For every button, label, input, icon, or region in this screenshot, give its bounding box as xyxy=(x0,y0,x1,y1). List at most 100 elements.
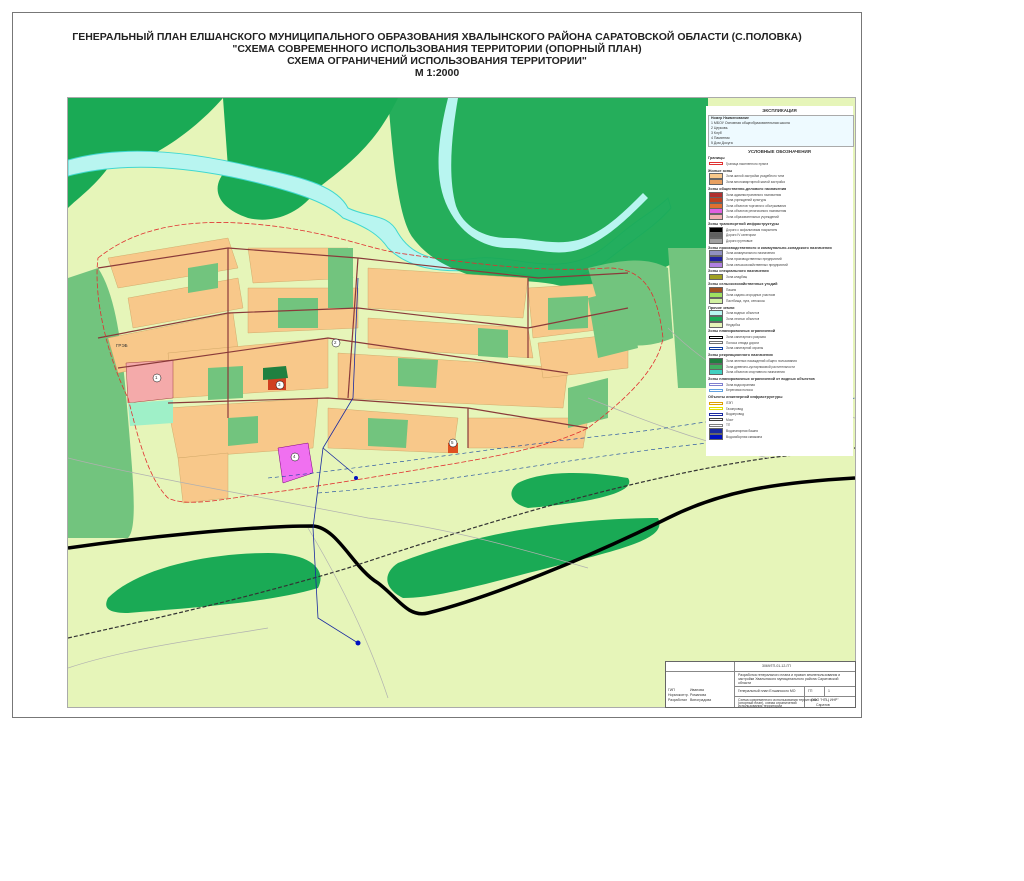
legend-item-label: Пашня xyxy=(726,287,737,292)
legend-swatch xyxy=(709,383,723,387)
legend-item: Пастбища, луга, сенокосы xyxy=(709,297,853,304)
legend-item: Зона сельскохозяйственных предприятий xyxy=(709,261,853,268)
legend-item-label: ЛЭП xyxy=(726,401,733,406)
sport-zone xyxy=(128,400,173,426)
legend-item-label: Газопровод xyxy=(726,406,743,411)
marker-label-5: 5 xyxy=(451,440,454,445)
legend-swatch xyxy=(709,412,723,416)
stamp-desc-6: использования территории xyxy=(738,704,783,708)
marker-label-3: 3 xyxy=(278,382,281,387)
forest-south-3 xyxy=(106,553,321,613)
stamp-role: Нормоконтр. xyxy=(668,693,689,697)
legend-item-label: Зона объектов торговли и обслуживания xyxy=(726,203,787,208)
stamp-name: Иванова xyxy=(690,688,704,692)
legend-item-label: Зона древесно-кустарниковой растительнос… xyxy=(726,364,795,369)
title-line-2: "СХЕМА СОВРЕМЕННОГО ИСПОЛЬЗОВАНИЯ ТЕРРИТ… xyxy=(232,43,642,55)
legend-item-label: Зона зеленых насаждений общего пользован… xyxy=(726,359,797,364)
stamp-role: Разработал xyxy=(668,698,688,702)
green-east-2 xyxy=(668,248,708,388)
stamp-desc-2: застройки Хвалынского муниципального рай… xyxy=(738,677,839,681)
legend-item-label: Дороги грунтовые xyxy=(726,238,753,243)
legend-item-label: Зона сельскохозяйственных предприятий xyxy=(726,262,788,267)
legend-swatch xyxy=(709,297,723,304)
legend-swatch xyxy=(709,407,723,411)
legend-item-label: Зона объектов религиозного назначения xyxy=(726,209,787,214)
legend-item: Зона объектов спортивного назначения xyxy=(709,369,853,376)
legend-swatch xyxy=(709,341,723,345)
legend-item: Береговая полоса xyxy=(709,388,853,394)
legend-item: Граница населенного пункта xyxy=(709,161,853,167)
church-zone xyxy=(277,442,314,484)
legend-swatch xyxy=(709,423,723,427)
marker-label-1: 1 xyxy=(155,375,158,380)
legend-item-label: Мост xyxy=(726,417,734,422)
legend-swatch xyxy=(709,321,723,328)
legend-section-title: Зоны производственного и коммунально-скл… xyxy=(708,245,832,250)
legend-swatch xyxy=(709,418,723,422)
stamp-name: Виноградова xyxy=(690,698,712,702)
legend-swatch xyxy=(709,433,723,440)
marker-label-4: 4 xyxy=(293,454,296,459)
stamp-role: ГИП xyxy=(668,688,675,692)
legend-item: Зона кладбищ xyxy=(709,274,853,281)
legend-swatch xyxy=(709,261,723,268)
legend-item-label: Зона санитарной охраны xyxy=(726,346,764,351)
legend-item-label: Водозаборная скважина xyxy=(726,434,763,439)
legend-item: Зона многоквартирной жилой застройки xyxy=(709,178,853,185)
legend-sections: Границы Граница населенного пункта Жилые з… xyxy=(706,156,853,440)
legend-item-label: Дороги IV категории xyxy=(726,233,756,238)
green-strip-left xyxy=(68,268,134,538)
legend-item-label: Зона водных объектов xyxy=(726,311,760,316)
legend-item-label: Неудобья xyxy=(726,322,741,327)
legend-item-label: Зона многоквартирной жилой застройки xyxy=(726,179,786,184)
legend-item-label: Зона образовательных учреждений xyxy=(726,214,779,219)
water-well-2 xyxy=(354,476,358,480)
title-line-1: ГЕНЕРАЛЬНЫЙ ПЛАН ЕЛШАНСКОГО МУНИЦИПАЛЬНО… xyxy=(72,31,802,43)
legend-item-label: Зона учреждений культуры xyxy=(726,198,767,203)
title-scale: М 1:2000 xyxy=(414,67,460,79)
explication-title: ЭКСПЛИКАЦИЯ xyxy=(762,108,797,113)
legend-item-label: Зона санитарного разрыва xyxy=(726,335,766,340)
legend-item-label: Зона объектов спортивного назначения xyxy=(726,370,785,375)
legend-item-label: Зона жилой застройки усадебного типа xyxy=(726,174,785,179)
legend-swatch xyxy=(709,401,723,405)
legend-swatch xyxy=(709,162,723,166)
explication-row: 5 Дом Досуга xyxy=(711,141,733,145)
legend-item: Неудобья xyxy=(709,321,853,328)
forest-south-2 xyxy=(387,518,660,598)
stamp-name: Романова xyxy=(690,693,707,697)
legend-item-label: Зона садово-огородных участков xyxy=(726,293,776,298)
legend-swatch xyxy=(709,335,723,339)
forest-top-band xyxy=(217,98,398,220)
stamp-sheet: 1 xyxy=(828,689,830,693)
stamp-plan-name: Генеральный план Елшанского МО xyxy=(738,689,796,693)
symbols-title: УСЛОВНЫЕ ОБОЗНАЧЕНИЯ xyxy=(748,149,811,154)
legend-item: Дороги грунтовые xyxy=(709,237,853,244)
park-zone xyxy=(263,366,288,380)
legend-swatch xyxy=(709,178,723,185)
legend-item: Зона образовательных учреждений xyxy=(709,213,853,220)
legend-item-label: Водонапорная башня xyxy=(726,428,758,433)
stamp-stage: ГП xyxy=(808,689,813,693)
map-legend: ЭКСПЛИКАЦИЯ Номер Наименование 1 МБОУ Ос… xyxy=(706,106,854,456)
water-pipe xyxy=(312,277,359,644)
legend-item-label: Зона кладбищ xyxy=(726,275,748,280)
legend-item-label: Водопровод xyxy=(726,412,744,417)
legend-swatch xyxy=(709,369,723,376)
title-line-3: СХЕМА ОГРАНИЧЕНИЙ ИСПОЛЬЗОВАНИЯ ТЕРРИТОР… xyxy=(287,55,587,67)
legend-item-label: Береговая полоса xyxy=(726,388,753,393)
legend-swatch xyxy=(709,388,723,392)
explication-table: Номер Наименование 1 МБОУ Основная общео… xyxy=(708,115,854,147)
legend-item: Водозаборная скважина xyxy=(709,433,853,440)
legend-item-label: Пастбища, луга, сенокосы xyxy=(726,298,765,303)
stamp-company: ООО "НПЦ ИНР" xyxy=(811,698,839,702)
legend-swatch xyxy=(709,213,723,220)
legend-item-label: Зона водоохранная xyxy=(726,382,756,387)
forest-south-1 xyxy=(511,473,630,508)
legend-item-label: Зона коммунального назначения xyxy=(726,251,775,256)
legend-item-label: Зона административного назначения xyxy=(726,192,782,197)
stamp-city: Саратов xyxy=(816,703,830,707)
water-well-1 xyxy=(355,640,361,646)
title-stamp: 3069/ГП-01-12-ГП Разработка генерального… xyxy=(665,661,856,708)
legend-item-label: Граница населенного пункта xyxy=(726,161,769,166)
